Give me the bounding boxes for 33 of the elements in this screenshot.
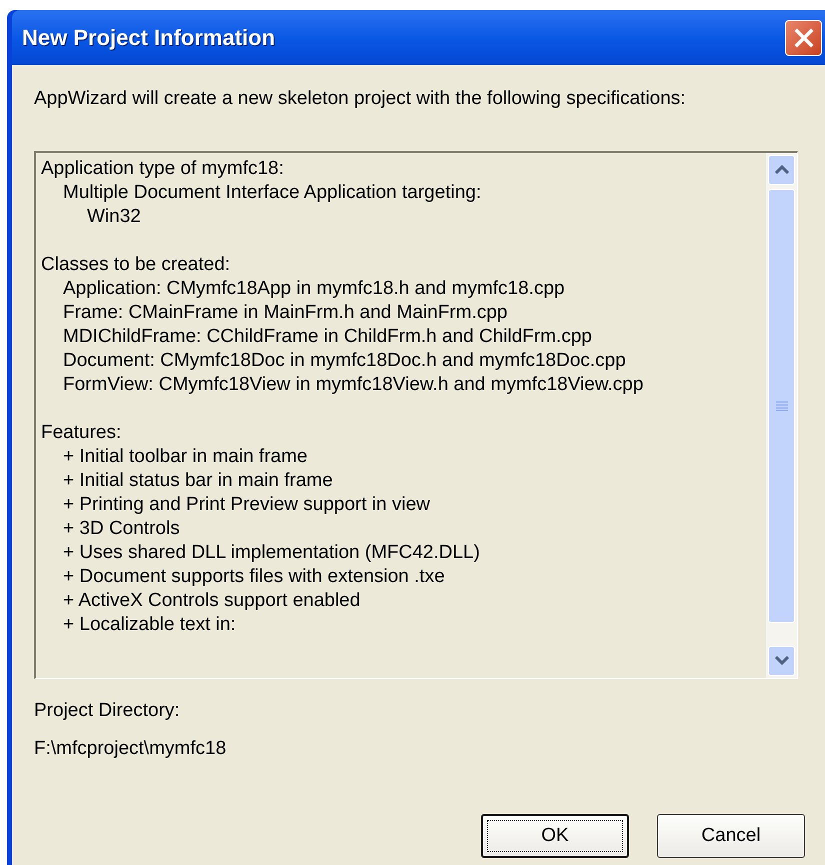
spec-line: Win32	[87, 204, 141, 228]
spec-line: + Localizable text in:	[63, 612, 236, 636]
spec-line: + Printing and Print Preview support in view	[63, 492, 430, 516]
spec-line: + Document supports files with extension .txe	[63, 564, 445, 588]
chevron-up-icon	[774, 165, 788, 174]
spec-line: Application type of mymfc18:	[41, 156, 284, 180]
scrollbar[interactable]	[766, 152, 797, 678]
project-directory-path: F:\mfcproject\mymfc18	[34, 737, 226, 761]
dialog-button[interactable]: Cancel	[657, 814, 805, 858]
spec-line: MDIChildFrame: CChildFrame in ChildFrm.h and ChildFrm.cpp	[63, 324, 592, 348]
chevron-down-icon	[774, 656, 788, 665]
project-directory-label: Project Directory:	[34, 698, 180, 722]
spec-line: + Initial status bar in main frame	[63, 468, 333, 492]
scroll-up-button[interactable]	[768, 154, 795, 184]
spec-line: Frame: CMainFrame in MainFrm.h and MainFrm.cpp	[63, 300, 508, 324]
spec-line: + Initial toolbar in main frame	[63, 444, 308, 468]
intro-text: AppWizard will create a new skeleton project with the following specifications:	[34, 87, 686, 111]
spec-line: FormView: CMymfc18View in mymfc18View.h and mymfc18View.cpp	[63, 372, 644, 396]
scroll-thumb[interactable]	[768, 188, 795, 622]
spec-line: Document: CMymfc18Doc in mymfc18Doc.h and mymfc18Doc.cpp	[63, 348, 626, 372]
spec-line: Multiple Document Interface Application targeting:	[63, 180, 482, 204]
spec-line: + 3D Controls	[63, 516, 180, 540]
spec-line: + ActiveX Controls support enabled	[63, 588, 360, 612]
close-button[interactable]	[785, 20, 822, 56]
close-icon	[794, 28, 814, 48]
spec-line: + Uses shared DLL implementation (MFC42.DLL)	[63, 540, 480, 564]
spec-line: Features:	[41, 420, 122, 444]
scroll-down-button[interactable]	[768, 646, 795, 676]
dialog-button[interactable]: OK	[481, 814, 629, 858]
spec-line: Classes to be created:	[41, 252, 230, 276]
spec-line: Application: CMymfc18App in mymfc18.h and mymfc18.cpp	[63, 276, 565, 300]
grip-icon	[776, 400, 788, 410]
window-title: New Project Information	[22, 24, 276, 52]
